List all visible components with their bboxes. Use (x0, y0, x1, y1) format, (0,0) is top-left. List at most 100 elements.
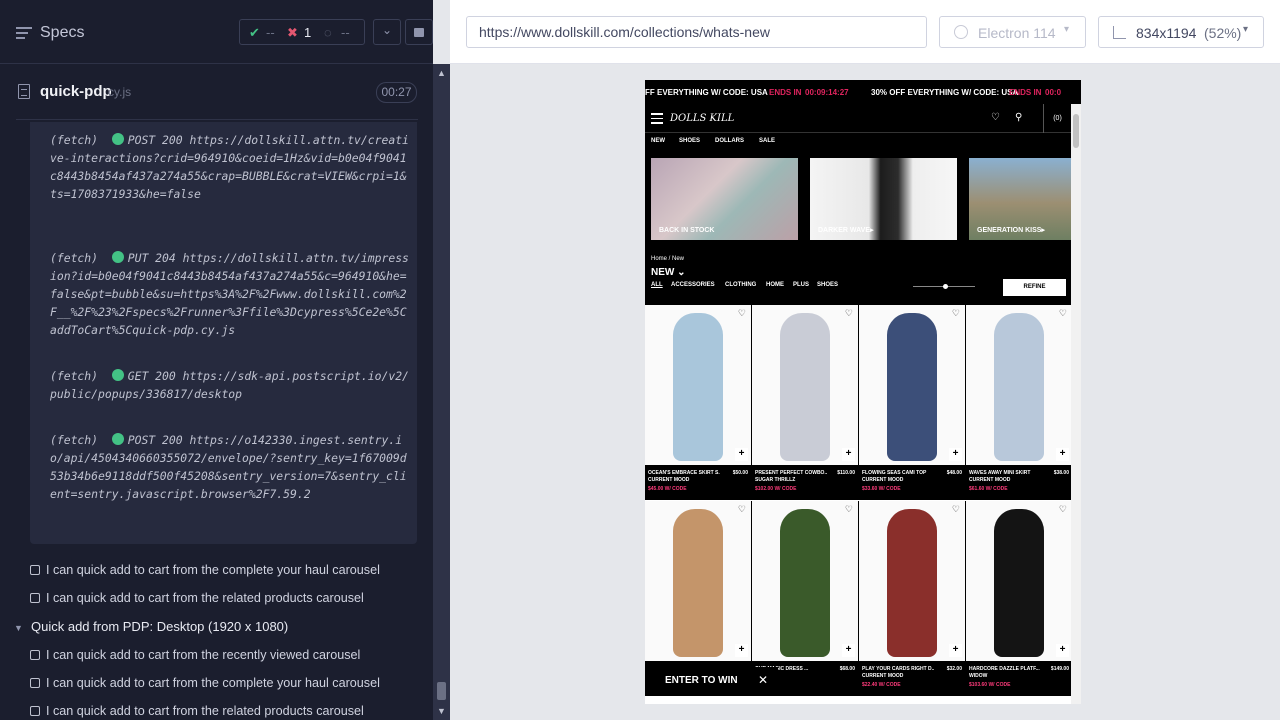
product-info: HARDCORE DAZZLE PLATF... $149.00 WIDOW $103… (966, 661, 1073, 696)
filter-tab[interactable]: ALL (651, 282, 663, 288)
enter-to-win-popup[interactable]: ENTER TO WIN ✕ (645, 667, 778, 693)
scroll-up-icon[interactable]: ▲ (437, 68, 446, 78)
heart-icon[interactable]: ♡ (845, 504, 853, 515)
checkbox-icon (30, 706, 40, 716)
menu-icon[interactable] (16, 27, 32, 42)
quick-add-button[interactable]: + (842, 448, 855, 461)
nav-category[interactable]: NEW (651, 138, 665, 144)
heart-icon[interactable]: ♡ (738, 504, 746, 515)
product-image[interactable]: ♡ + (966, 501, 1072, 661)
product-image[interactable]: ♡ + (645, 305, 751, 465)
nav-category[interactable]: SHOES (679, 138, 700, 144)
banner-tile[interactable]: BACK IN STOCK (651, 158, 798, 240)
heart-icon[interactable]: ♡ (738, 308, 746, 319)
specs-header: Specs ✔ -- ✖ 1 ◌ -- ⌄ (0, 0, 433, 64)
test-item[interactable]: I can quick add to cart from the recentl… (30, 648, 360, 662)
browser-label: Electron 114 (978, 25, 1056, 41)
collection-title[interactable]: NEW ⌄ (651, 267, 686, 278)
banner-tile[interactable]: DARKER WAVE▸ (810, 158, 957, 240)
product-name: HARDCORE DAZZLE PLATF... (969, 666, 1040, 672)
promo-text: 30% OFF EVERYTHING W/ CODE: USA (871, 88, 1019, 97)
command-log-scrollbar[interactable]: ▲ ▼ (433, 64, 450, 720)
quick-add-button[interactable]: + (1056, 644, 1069, 657)
search-icon[interactable]: ⚲ (1015, 112, 1022, 123)
heart-icon[interactable]: ♡ (952, 308, 960, 319)
command-entry[interactable]: (fetch) POST 200 https://o142330.ingest.… (50, 431, 410, 503)
test-item[interactable]: I can quick add to cart from the complet… (30, 676, 380, 690)
aut-header: https://www.dollskill.com/collections/wh… (450, 0, 1280, 64)
quick-add-button[interactable]: + (949, 644, 962, 657)
banner-label: GENERATION KISS▸ (977, 227, 1045, 234)
collapse-button[interactable]: ⌄ (373, 19, 401, 45)
product-image[interactable]: ♡ + (645, 501, 751, 661)
product-card[interactable]: ♡ + OCEAN'S EMBRACE SKIRT S... $50.00 CURREN… (645, 305, 752, 500)
url-input[interactable]: https://www.dollskill.com/collections/wh… (466, 16, 927, 48)
test-suite[interactable]: ▼ Quick add from PDP: Desktop (1920 x 108… (14, 619, 288, 634)
cart-button[interactable]: (0) (1043, 104, 1071, 133)
product-card[interactable]: ♡ + PLAY YOUR CARDS RIGHT D... $32.00 CURREN… (859, 501, 966, 696)
app-under-test: FF EVERYTHING W/ CODE: USA ENDS IN 00:09… (645, 80, 1081, 704)
success-dot-icon (111, 251, 124, 263)
product-figure (994, 313, 1044, 461)
product-price: $48.00 (946, 470, 962, 476)
product-image[interactable]: ♡ + (859, 501, 965, 661)
product-image[interactable]: ♡ + (752, 501, 858, 661)
scrollbar-thumb[interactable] (1073, 114, 1079, 148)
command-entry[interactable]: (fetch) PUT 204 https://dollskill.attn.t… (50, 249, 410, 339)
filter-tab[interactable]: ACCESSORIES (671, 282, 715, 288)
product-image[interactable]: ♡ + (752, 305, 858, 465)
stop-button[interactable] (405, 19, 433, 45)
quick-add-button[interactable]: + (949, 448, 962, 461)
nav-category[interactable]: DOLLARS (715, 138, 744, 144)
test-item[interactable]: I can quick add to cart from the related… (30, 591, 364, 605)
grid-size-slider[interactable] (913, 284, 975, 289)
promo-ends-label: ENDS IN (1009, 88, 1042, 97)
heart-icon[interactable]: ♡ (1059, 504, 1067, 515)
slider-handle[interactable] (943, 284, 948, 289)
pending-icon: ◌ (324, 25, 332, 40)
filter-tab[interactable]: PLUS (793, 282, 809, 288)
heart-icon[interactable]: ♡ (991, 112, 1000, 123)
product-info: PRESENT PERFECT COWBO... $110.00 SUGAR THR… (752, 465, 859, 500)
command-entry[interactable]: (fetch) POST 200 https://dollskill.attn.… (50, 131, 410, 203)
product-card[interactable]: ♡ + PRESENT PERFECT COWBO... $110.00 SUGAR T… (752, 305, 859, 500)
breadcrumb[interactable]: Home / New (651, 256, 684, 262)
scroll-down-icon[interactable]: ▼ (437, 706, 446, 716)
menu-icon[interactable] (651, 113, 663, 127)
promo-banner[interactable]: FF EVERYTHING W/ CODE: USA ENDS IN 00:09… (645, 80, 1081, 104)
test-stats: ✔ -- ✖ 1 ◌ -- (239, 19, 365, 45)
viewport-select[interactable]: 834x1194 (52%) ▾ (1098, 16, 1264, 48)
refine-button[interactable]: REFINE (1003, 279, 1066, 296)
success-dot-icon (111, 133, 124, 145)
product-image[interactable]: ♡ + (966, 305, 1072, 465)
spec-file-header[interactable]: quick-pdp cy.js 00:27 (16, 66, 418, 120)
product-info: FLOWING SEAS CAMI TOP $48.00 CURRENT MOOD $… (859, 465, 966, 500)
spec-duration: 00:27 (376, 82, 417, 103)
quick-add-button[interactable]: + (1056, 448, 1069, 461)
quick-add-button[interactable]: + (735, 448, 748, 461)
close-icon[interactable]: ✕ (758, 673, 768, 687)
product-image[interactable]: ♡ + (859, 305, 965, 465)
heart-icon[interactable]: ♡ (1059, 308, 1067, 319)
filter-tab[interactable]: CLOTHING (725, 282, 756, 288)
filter-tab[interactable]: HOME (766, 282, 784, 288)
aut-scrollbar[interactable] (1071, 104, 1081, 704)
quick-add-button[interactable]: + (842, 644, 855, 657)
heart-icon[interactable]: ♡ (845, 308, 853, 319)
test-item[interactable]: I can quick add to cart from the complet… (30, 563, 380, 577)
site-logo[interactable]: DOLLS KILL (670, 113, 734, 124)
filter-tab[interactable]: SHOES (817, 282, 838, 288)
scrollbar-thumb[interactable] (437, 682, 446, 700)
browser-select[interactable]: Electron 114 ▾ (939, 16, 1086, 48)
quick-add-button[interactable]: + (735, 644, 748, 657)
test-item[interactable]: I can quick add to cart from the related… (30, 704, 364, 718)
banner-tile[interactable]: GENERATION KISS▸ (969, 158, 1081, 240)
banner-carousel: BACK IN STOCK DARKER WAVE▸ GENERATION KI… (645, 151, 1081, 247)
product-figure (673, 509, 723, 657)
product-card[interactable]: ♡ + FLOWING SEAS CAMI TOP $48.00 CURRENT MOO… (859, 305, 966, 500)
product-card[interactable]: ♡ + HARDCORE DAZZLE PLATF... $149.00 WIDOW $1… (966, 501, 1073, 696)
nav-category[interactable]: SALE (759, 138, 775, 144)
heart-icon[interactable]: ♡ (952, 504, 960, 515)
command-entry[interactable]: (fetch) GET 200 https://sdk-api.postscri… (50, 367, 410, 403)
product-card[interactable]: ♡ + WAVES AWAY MINI SKIRT $38.00 CURRENT MOO… (966, 305, 1073, 500)
